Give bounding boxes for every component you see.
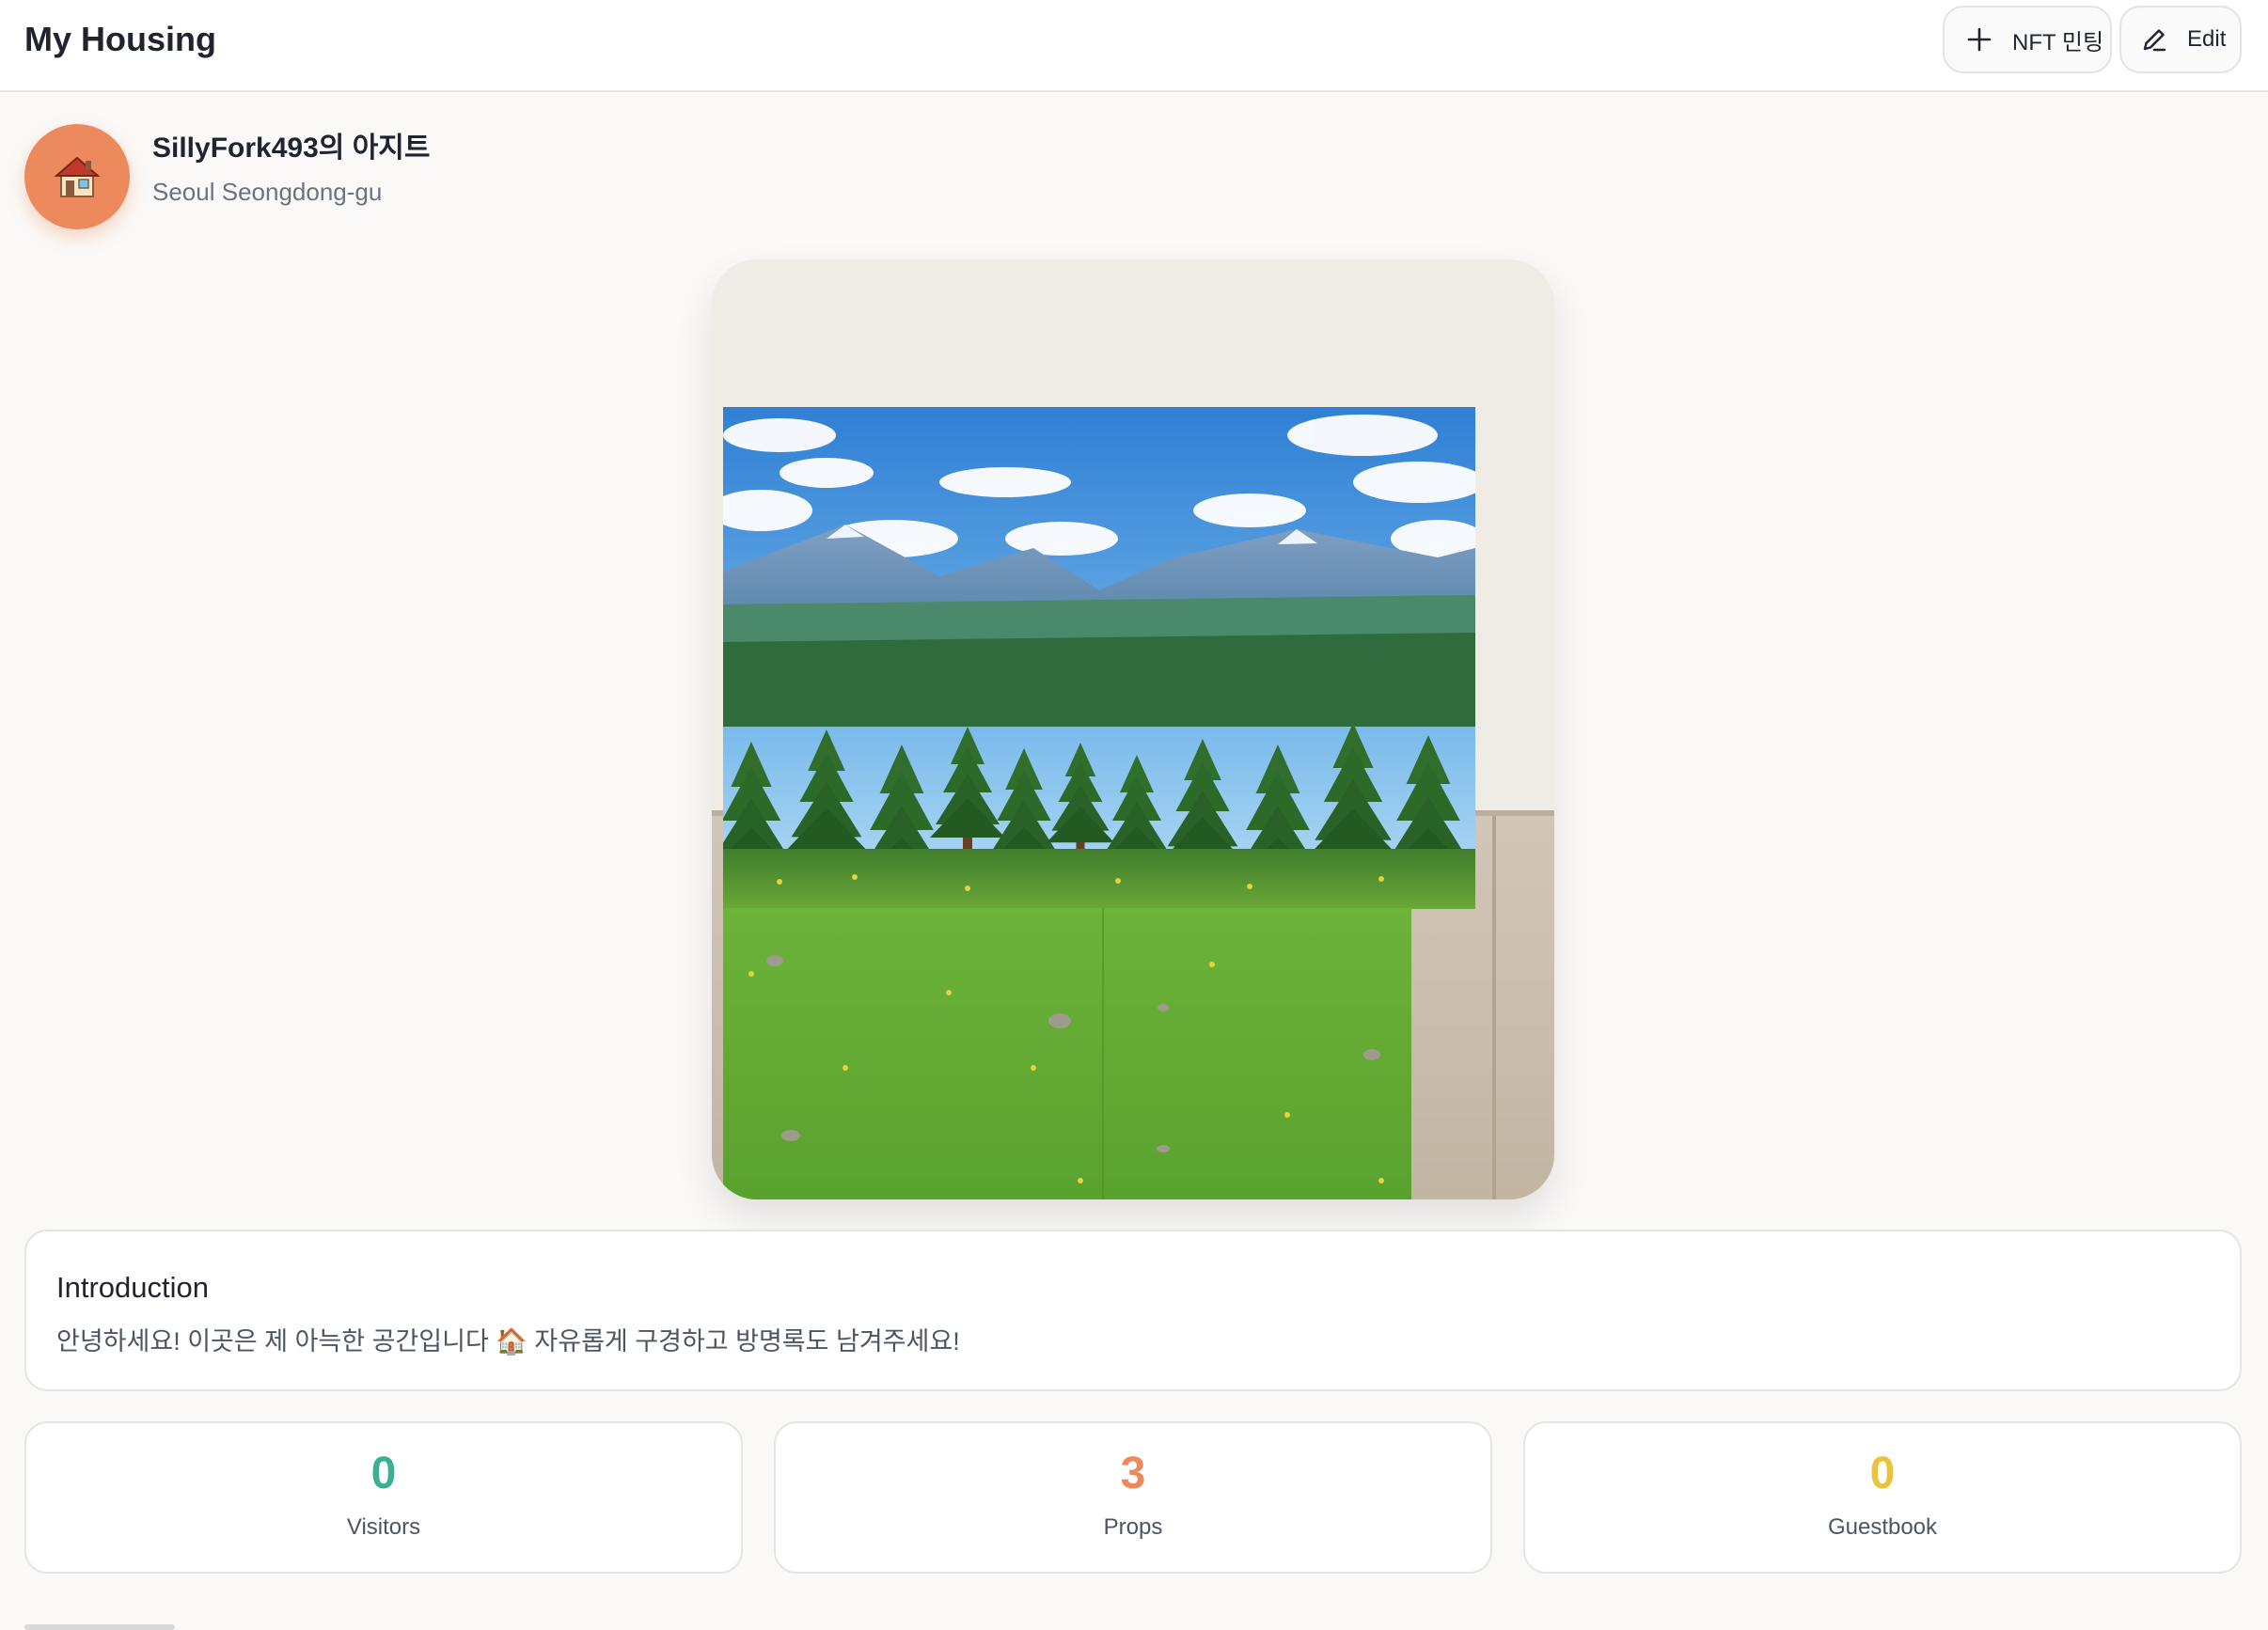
plus-icon: [1963, 24, 1995, 55]
introduction-title: Introduction: [56, 1271, 209, 1304]
guestbook-count: 0: [1869, 1449, 1896, 1498]
house-emoji-icon: [52, 151, 102, 202]
page-title: My Housing: [24, 20, 216, 58]
forest-background-image: [723, 407, 1475, 909]
guestbook-stat-card[interactable]: 0 Guestbook: [1523, 1421, 2242, 1574]
edit-button[interactable]: Edit: [2119, 6, 2242, 73]
visitors-stat-card[interactable]: 0 Visitors: [24, 1421, 743, 1574]
visitors-label: Visitors: [346, 1514, 421, 1540]
pencil-icon: [2138, 24, 2170, 55]
room-preview[interactable]: [712, 259, 1554, 1199]
guestbook-label: Guestbook: [1827, 1514, 1938, 1540]
props-stat-card[interactable]: 3 Props: [774, 1421, 1492, 1574]
grass-floor-image: [723, 908, 1411, 1199]
introduction-card: Introduction 안녕하세요! 이곳은 제 아늑한 공간입니다 🏠 자유…: [24, 1230, 2242, 1391]
nft-mint-label: NFT 민팅: [2012, 29, 2104, 55]
housing-name: SillyFork493의 아지트: [152, 133, 431, 164]
props-count: 3: [1120, 1449, 1146, 1498]
avatar[interactable]: [24, 124, 130, 229]
housing-location: Seoul Seongdong-gu: [152, 178, 383, 206]
props-label: Props: [1103, 1514, 1163, 1540]
visitors-count: 0: [370, 1449, 397, 1498]
next-section-heading-cutoff: [24, 1617, 213, 1630]
room-wall-edge: [1492, 816, 1496, 1199]
nft-mint-button[interactable]: NFT 민팅: [1943, 6, 2112, 73]
introduction-text: 안녕하세요! 이곳은 제 아늑한 공간입니다 🏠 자유롭게 구경하고 방명록도 …: [56, 1327, 960, 1356]
top-bar: My Housing NFT 민팅 Edit: [0, 0, 2268, 92]
edit-label: Edit: [2187, 26, 2227, 52]
